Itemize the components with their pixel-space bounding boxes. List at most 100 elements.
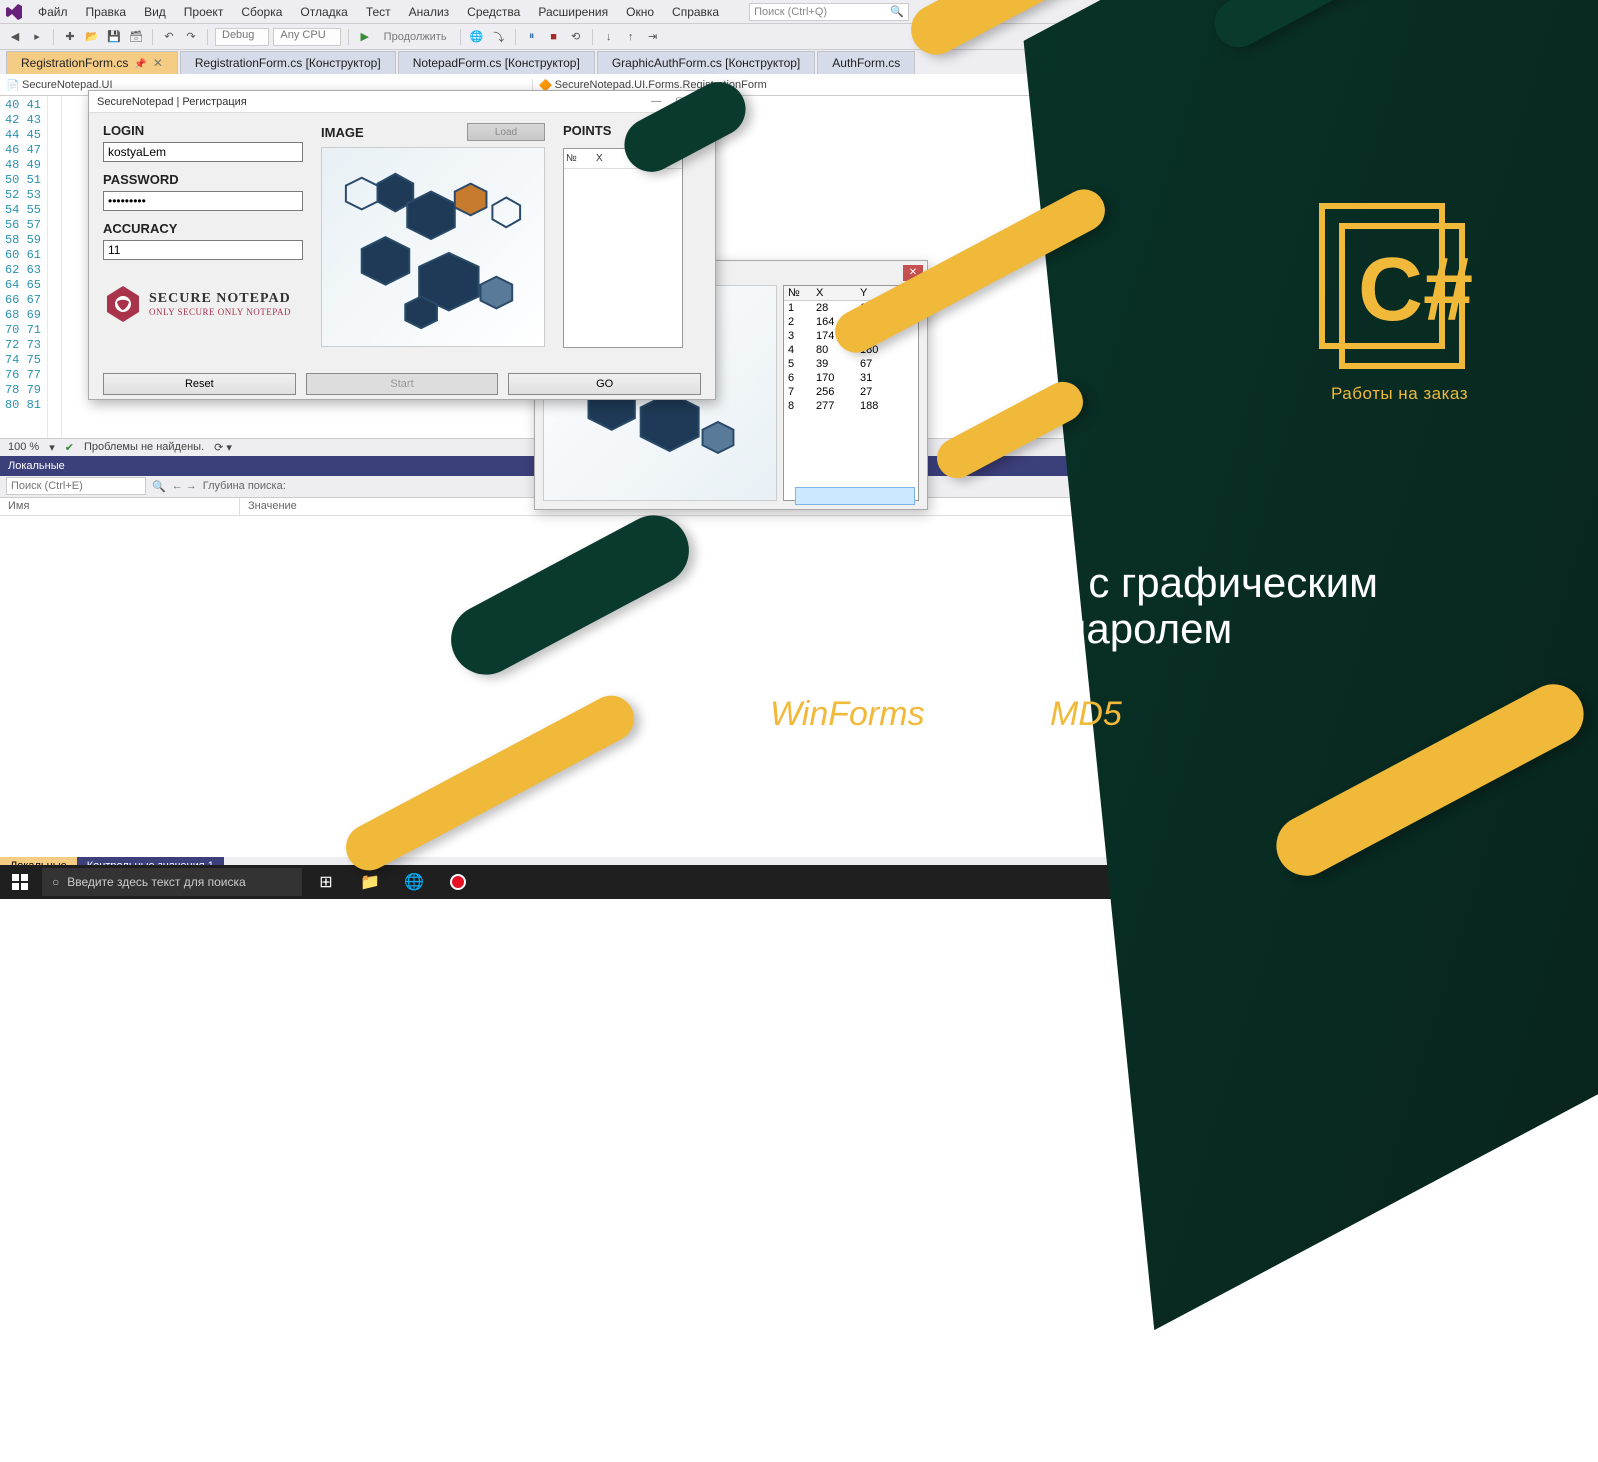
restart-icon[interactable]: ⟲ <box>567 28 585 46</box>
list-item[interactable]: 480180 <box>784 343 918 357</box>
play-icon[interactable]: ▶ <box>356 28 374 46</box>
undo-icon[interactable]: ↶ <box>160 28 178 46</box>
nav-class[interactable]: 🔶SecureNotepad.UI.Forms.RegistrationForm <box>533 79 1066 91</box>
taskbar-app[interactable]: 📁 <box>348 865 392 899</box>
list-item[interactable]: 3174124 <box>784 329 918 343</box>
nav-method[interactable]: 🔷btnReg_Click(object sender, EventArgs e… <box>1065 79 1598 91</box>
registration-image[interactable] <box>321 147 545 347</box>
start-button[interactable]: Start <box>306 373 499 395</box>
browser-icon[interactable]: 🌐 <box>468 28 486 46</box>
list-item[interactable]: 725627 <box>784 385 918 399</box>
problems-text: Проблемы не найдены. <box>84 441 204 453</box>
menu-window[interactable]: Окно <box>618 3 662 21</box>
tab-authform[interactable]: AuthForm.cs <box>817 51 915 74</box>
method-icon: 🔷 <box>1071 79 1083 91</box>
pin-icon[interactable]: 📍 <box>1561 459 1575 472</box>
stop-icon[interactable]: ■ <box>545 28 563 46</box>
image-label: IMAGE <box>321 125 459 140</box>
col-y[interactable]: Y <box>856 286 900 300</box>
menu-view[interactable]: Вид <box>136 3 174 21</box>
nav-fwd-icon[interactable]: ▸ <box>28 28 46 46</box>
open-icon[interactable]: 📂 <box>83 28 101 46</box>
app-insights[interactable]: 💡 Application Insights ▾ <box>1472 30 1592 43</box>
close-icon[interactable]: ✕ <box>153 56 163 70</box>
registration-window[interactable]: SecureNotepad | Регистрация — ▢ ✕ LOGIN … <box>88 90 716 400</box>
auth-selected-bar[interactable] <box>795 487 915 505</box>
nav-back-icon[interactable]: ◀ <box>6 28 24 46</box>
saveall-icon[interactable]: 🗃 <box>127 28 145 46</box>
tab-notepadform-designer[interactable]: NotepadForm.cs [Конструктор] <box>398 51 595 74</box>
accuracy-input[interactable] <box>103 240 303 260</box>
menu-help[interactable]: Справка <box>664 3 727 21</box>
locals-search[interactable] <box>6 477 146 495</box>
windows-taskbar: ○ Введите здесь текст для поиска ⊞ 📁 🌐 <box>0 865 1598 899</box>
maximize-icon[interactable]: ▢ <box>675 96 684 107</box>
step-icon[interactable]: ⇥ <box>644 28 662 46</box>
tab-registrationform-designer[interactable]: RegistrationForm.cs [Конструктор] <box>180 51 396 74</box>
dropdown-icon[interactable]: ▾ <box>1550 459 1556 472</box>
continue-button[interactable]: Продолжить <box>378 31 453 43</box>
search-icon[interactable]: 🔍 <box>152 480 166 493</box>
menu-debug[interactable]: Отладка <box>292 3 355 21</box>
depth-label: Глубина поиска: <box>203 480 286 492</box>
reset-button[interactable]: Reset <box>103 373 296 395</box>
list-item[interactable]: 8277188 <box>784 399 918 413</box>
step-over-icon[interactable]: ⤵ <box>490 28 508 46</box>
menu-test[interactable]: Тест <box>358 3 399 21</box>
close-icon[interactable]: ✕ <box>1581 459 1590 472</box>
taskbar-app[interactable]: 🌐 <box>392 865 436 899</box>
start-button[interactable] <box>0 865 40 899</box>
locals-body <box>0 516 1598 858</box>
list-item[interactable]: 617031 <box>784 371 918 385</box>
fold-gutter <box>48 96 62 438</box>
password-input[interactable] <box>103 191 303 211</box>
config-combo[interactable]: Debug <box>215 28 269 46</box>
app-logo: SECURE NOTEPAD ONLY SECURE ONLY NOTEPAD <box>103 284 303 324</box>
menu-tools[interactable]: Средства <box>459 3 528 21</box>
password-label: PASSWORD <box>103 172 303 187</box>
windows-icon <box>12 874 28 890</box>
menu-analyze[interactable]: Анализ <box>401 3 458 21</box>
quick-search[interactable]: Поиск (Ctrl+Q) 🔍 <box>749 3 909 21</box>
close-button[interactable]: ✕ <box>903 265 923 281</box>
menu-project[interactable]: Проект <box>176 3 232 21</box>
menu-build[interactable]: Сборка <box>233 3 290 21</box>
close-icon[interactable]: ✕ <box>699 96 707 107</box>
new-icon[interactable]: ✚ <box>61 28 79 46</box>
list-item[interactable]: 21649 <box>784 315 918 329</box>
line-gutter: 40 41 42 43 44 45 46 47 48 49 50 51 52 5… <box>0 96 48 438</box>
search-placeholder: Поиск (Ctrl+Q) <box>754 6 827 18</box>
list-item[interactable]: 12811 <box>784 301 918 315</box>
tab-graphicauth-designer[interactable]: GraphicAuthForm.cs [Конструктор] <box>597 51 815 74</box>
step-out-icon[interactable]: ↑ <box>622 28 640 46</box>
hexagon-pattern-icon <box>322 148 544 346</box>
tab-registrationform[interactable]: RegistrationForm.cs📌✕ <box>6 51 178 74</box>
col-n[interactable]: № <box>784 286 812 300</box>
menu-file[interactable]: Файл <box>30 3 76 21</box>
window-titlebar[interactable]: SecureNotepad | Регистрация — ▢ ✕ <box>89 91 715 113</box>
menu-edit[interactable]: Правка <box>78 3 135 21</box>
auth-points-list[interactable]: № X Y 1281121649317412448018053967617031… <box>783 285 919 501</box>
load-button[interactable]: Load <box>467 123 545 141</box>
taskbar-record[interactable] <box>436 865 480 899</box>
vs-logo-icon <box>6 4 22 20</box>
list-item[interactable]: 53967 <box>784 357 918 371</box>
refresh-icon[interactable]: ⟳ ▾ <box>214 441 232 454</box>
col-name[interactable]: Имя <box>0 498 240 515</box>
minimize-icon[interactable]: — <box>651 96 661 107</box>
redo-icon[interactable]: ↷ <box>182 28 200 46</box>
go-button[interactable]: GO <box>508 373 701 395</box>
platform-combo[interactable]: Any CPU <box>273 28 340 46</box>
save-icon[interactable]: 💾 <box>105 28 123 46</box>
pause-icon[interactable]: ⏸ <box>523 28 541 46</box>
zoom-level[interactable]: 100 % <box>8 441 39 453</box>
pin-icon[interactable]: 📌 <box>134 59 146 70</box>
points-list[interactable]: № X Y <box>563 148 683 348</box>
step-into-icon[interactable]: ↓ <box>600 28 618 46</box>
task-view-icon[interactable]: ⊞ <box>304 865 348 899</box>
nav-project[interactable]: 📄SecureNotepad.UI <box>0 79 533 91</box>
col-x[interactable]: X <box>812 286 856 300</box>
login-input[interactable] <box>103 142 303 162</box>
menu-extensions[interactable]: Расширения <box>530 3 616 21</box>
taskbar-search[interactable]: ○ Введите здесь текст для поиска <box>42 868 302 896</box>
